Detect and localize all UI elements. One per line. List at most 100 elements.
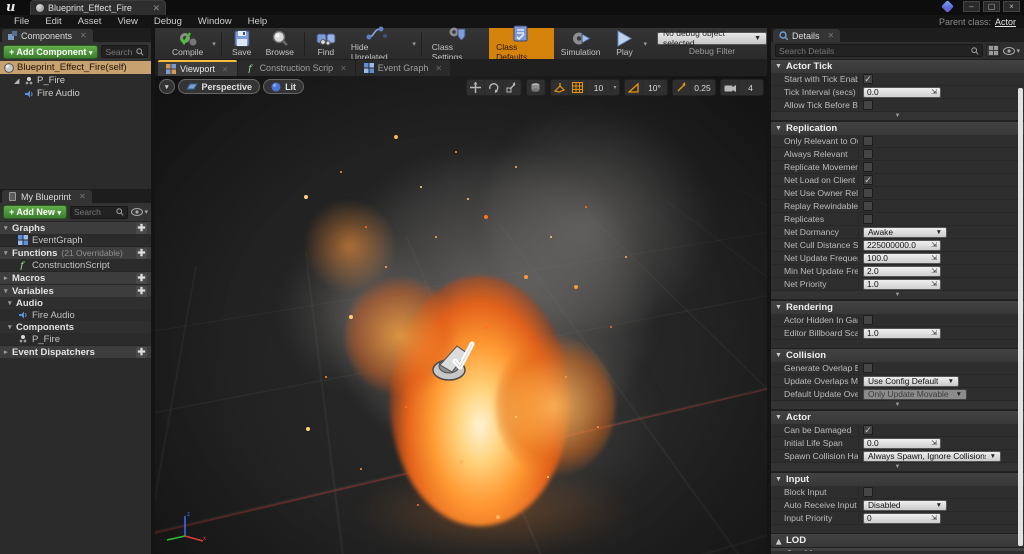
- parent-class-link[interactable]: Actor: [995, 17, 1016, 27]
- section-functions[interactable]: ▾ Functions (21 Overridable) ✚: [0, 246, 151, 259]
- find-button[interactable]: Find: [308, 28, 344, 59]
- checkbox[interactable]: [863, 487, 873, 497]
- blueprint-item-eventgraph[interactable]: EventGraph: [0, 234, 151, 246]
- world-coordinate-icon[interactable]: [527, 80, 545, 95]
- doc-tab-close-icon[interactable]: ✕: [435, 64, 442, 73]
- checkbox[interactable]: [863, 363, 873, 373]
- dropdown-field[interactable]: Use Config Default ▼: [863, 375, 959, 387]
- viewport-3d[interactable]: ▾ Perspective Lit 10 ▾ 10° 0.25 4 z x: [155, 76, 767, 554]
- section-expander-icon[interactable]: ▾: [4, 287, 10, 295]
- number-field[interactable]: 100.0 ⇲: [863, 252, 941, 264]
- maximize-button[interactable]: ▢: [983, 1, 1000, 12]
- tab-construction-scrip[interactable]: f Construction Scrip ✕: [237, 60, 355, 76]
- save-button[interactable]: Save: [225, 28, 259, 59]
- details-section-lod[interactable]: ▶ LOD: [771, 533, 1024, 547]
- minimize-button[interactable]: –: [963, 1, 980, 12]
- checkbox[interactable]: [863, 149, 873, 159]
- expand-arrows-icon[interactable]: ⇲: [931, 514, 937, 522]
- component-row-fire-audio[interactable]: Fire Audio: [0, 87, 151, 100]
- tab-components[interactable]: Components ✕: [2, 29, 93, 42]
- checkbox[interactable]: [863, 315, 873, 325]
- menu-file[interactable]: File: [6, 16, 37, 27]
- checkbox[interactable]: [863, 136, 873, 146]
- camera-speed-icon[interactable]: [721, 80, 739, 95]
- section-expander-icon[interactable]: ▾: [4, 224, 10, 232]
- checkbox[interactable]: [863, 214, 873, 224]
- hide-unrelated-dropdown-arrow[interactable]: ▾: [410, 40, 418, 48]
- section-expander-icon[interactable]: ▸: [4, 348, 10, 356]
- class-defaults-button[interactable]: Class Defaults: [489, 25, 554, 62]
- details-section-collision[interactable]: ▼ Collision: [771, 348, 1024, 362]
- visibility-filter-button[interactable]: ▾: [131, 208, 148, 216]
- tab-event-graph[interactable]: Event Graph ✕: [355, 60, 451, 76]
- menu-edit[interactable]: Edit: [37, 16, 69, 27]
- details-view-options-button[interactable]: ▾: [1003, 46, 1020, 55]
- scale-snap-icon[interactable]: [673, 80, 691, 95]
- add-icon[interactable]: ✚: [136, 346, 147, 358]
- doc-tab-close-icon[interactable]: ✕: [340, 64, 347, 73]
- expand-arrows-icon[interactable]: ⇲: [931, 267, 937, 275]
- expand-arrows-icon[interactable]: ⇲: [931, 439, 937, 447]
- close-button[interactable]: ×: [1003, 1, 1020, 12]
- section-expander-icon[interactable]: ▼: [775, 414, 782, 421]
- rotate-tool-icon[interactable]: [485, 80, 503, 95]
- checkbox[interactable]: [863, 100, 873, 110]
- section-expander-icon[interactable]: ▼: [775, 476, 782, 483]
- grid-snap-dropdown-arrow[interactable]: ▾: [611, 80, 619, 95]
- section-expander-icon[interactable]: ▸: [4, 274, 10, 282]
- add-icon[interactable]: ✚: [136, 222, 147, 234]
- checkbox-checked[interactable]: ✓: [863, 175, 873, 185]
- section-expander-icon[interactable]: ▼: [775, 125, 782, 132]
- add-component-button[interactable]: + Add Component ▾: [3, 44, 99, 59]
- menu-asset[interactable]: Asset: [70, 16, 110, 27]
- tab-details[interactable]: Details ✕: [773, 29, 841, 42]
- rotation-snap-icon[interactable]: [625, 80, 643, 95]
- number-field[interactable]: 0 ⇲: [863, 512, 941, 524]
- details-tab-close-icon[interactable]: ✕: [828, 31, 835, 40]
- play-button[interactable]: Play: [607, 28, 641, 59]
- section-expander-icon[interactable]: ▼: [775, 352, 782, 359]
- section-macros[interactable]: ▸ Macros ✚: [0, 271, 151, 284]
- expander-arrow-icon[interactable]: ◢: [14, 77, 21, 85]
- doc-tab-close-icon[interactable]: ✕: [222, 65, 229, 74]
- camera-speed-value[interactable]: 4: [739, 80, 763, 95]
- my-blueprint-tab-close-icon[interactable]: ✕: [79, 192, 86, 201]
- expand-arrows-icon[interactable]: ⇲: [931, 241, 937, 249]
- tab-viewport[interactable]: Viewport ✕: [158, 60, 237, 76]
- details-section-input[interactable]: ▼ Input: [771, 472, 1024, 486]
- tab-my-blueprint[interactable]: My Blueprint ✕: [2, 190, 92, 203]
- lit-button[interactable]: Lit: [263, 79, 305, 94]
- blueprint-item-constructionscript[interactable]: f ConstructionScript: [0, 259, 151, 272]
- details-search-input[interactable]: Search Details: [775, 44, 984, 57]
- blueprint-item-p_fire[interactable]: P_Fire: [0, 333, 151, 345]
- details-section-actor[interactable]: ▼ Actor: [771, 410, 1024, 424]
- simulation-button[interactable]: Simulation: [554, 28, 608, 59]
- grid-snap-value[interactable]: 10: [587, 80, 611, 95]
- details-section-replication[interactable]: ▼ Replication: [771, 121, 1024, 135]
- section-expander-icon[interactable]: ▾: [4, 249, 10, 257]
- number-field[interactable]: 0.0 ⇲: [863, 437, 941, 449]
- add-icon[interactable]: ✚: [136, 247, 147, 259]
- number-field[interactable]: 1.0 ⇲: [863, 278, 941, 290]
- menu-view[interactable]: View: [109, 16, 145, 27]
- section-expander-icon[interactable]: ▼: [775, 304, 782, 311]
- my-blueprint-search-input[interactable]: Search: [69, 205, 129, 219]
- marketplace-gem-icon[interactable]: [941, 0, 954, 13]
- section-expander-icon[interactable]: ▼: [775, 63, 782, 70]
- section-event-dispatchers[interactable]: ▸ Event Dispatchers ✚: [0, 345, 151, 358]
- components-tab-close-icon[interactable]: ✕: [80, 31, 87, 40]
- subsection-expander-icon[interactable]: ▾: [8, 299, 14, 307]
- component-row-p-fire[interactable]: ◢ P_Fire: [0, 74, 151, 87]
- checkbox-checked[interactable]: ✓: [863, 425, 873, 435]
- subsection-expander-icon[interactable]: ▾: [8, 323, 14, 331]
- menu-debug[interactable]: Debug: [146, 16, 190, 27]
- class-settings-button[interactable]: Class Settings: [425, 27, 489, 62]
- checkbox-checked[interactable]: ✓: [863, 74, 873, 84]
- menu-help[interactable]: Help: [240, 16, 276, 27]
- dropdown-field[interactable]: Awake ▼: [863, 226, 947, 238]
- dropdown-field[interactable]: Disabled ▼: [863, 499, 947, 511]
- number-field[interactable]: 225000000.0 ⇲: [863, 239, 941, 251]
- compile-dropdown-arrow[interactable]: ▾: [210, 40, 218, 48]
- blueprint-item-fire-audio[interactable]: Fire Audio: [0, 309, 151, 321]
- browse-button[interactable]: Browse: [259, 28, 301, 59]
